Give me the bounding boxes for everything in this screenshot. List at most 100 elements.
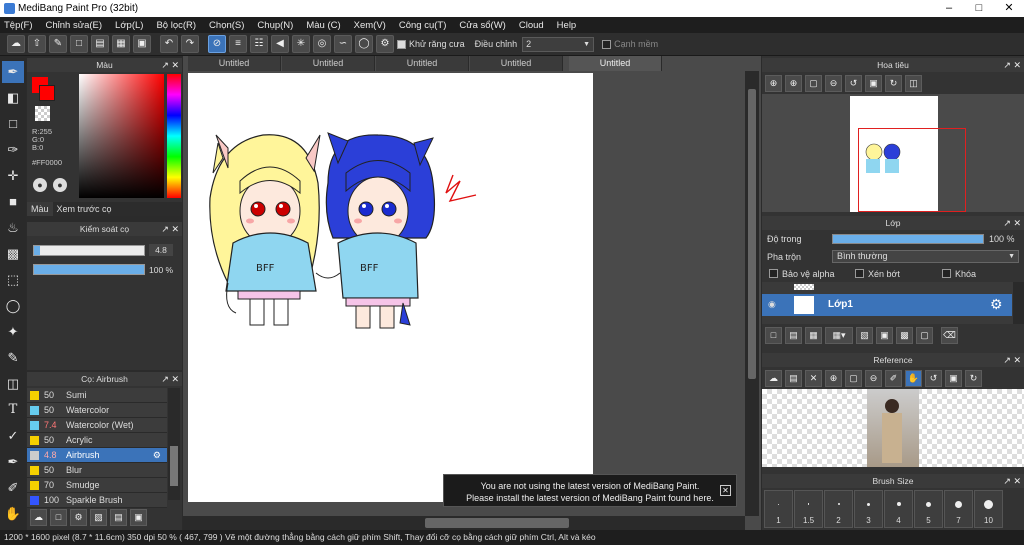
magic-wand-tool-icon[interactable]: ✦ (2, 321, 24, 343)
panel-close-icon[interactable]: ↗ ✕ (161, 58, 179, 72)
brush-opacity-slider[interactable] (33, 264, 145, 275)
cloud-icon[interactable]: ☁ (7, 35, 25, 53)
circle-snap-icon[interactable]: ◎ (313, 35, 331, 53)
add-brush-icon[interactable]: □ (50, 509, 67, 526)
text-tool-icon[interactable]: T (2, 399, 24, 421)
protect-alpha-checkbox[interactable] (769, 269, 778, 278)
tab-document-1[interactable]: Untitled (188, 56, 281, 71)
minimize-icon[interactable]: – (934, 0, 964, 17)
ref-eyedropper-icon[interactable]: ✐ (885, 369, 902, 387)
panel-close-icon[interactable]: ↗ ✕ (1003, 353, 1021, 367)
grid-snap-icon[interactable]: ☷ (250, 35, 268, 53)
hand-tool-icon[interactable]: ✋ (2, 503, 24, 525)
tab-document-5[interactable]: Untitled (569, 56, 662, 71)
ref-fit-screen-icon[interactable]: ▣ (945, 369, 962, 387)
snap-settings-icon[interactable]: ⚙ (376, 35, 394, 53)
brush-item[interactable]: 50 Blur (27, 463, 167, 478)
menu-cloud[interactable]: Cloud (519, 20, 544, 31)
lock-checkbox[interactable] (942, 269, 951, 278)
brush-item[interactable]: 50 Acrylic (27, 433, 167, 448)
document-icon[interactable]: ▤ (91, 35, 109, 53)
brush-size-preset[interactable]: 10 (974, 490, 1003, 528)
tab-document-4[interactable]: Untitled (470, 56, 563, 71)
layer-mask-icon[interactable]: ▢ (916, 326, 933, 344)
blend-mode-select[interactable]: Bình thường ▼ (832, 250, 1019, 263)
bucket-tool-icon[interactable]: ♨ (2, 217, 24, 239)
redo-icon[interactable]: ↷ (181, 35, 199, 53)
merge-down-icon[interactable]: ▣ (876, 326, 893, 344)
divide-tool-icon[interactable]: ✓ (2, 425, 24, 447)
menu-file[interactable]: Tệp(F) (4, 20, 33, 31)
move-tool-icon[interactable]: ✛ (2, 165, 24, 187)
brush-tool-icon[interactable]: ✒ (2, 61, 24, 83)
brush-item[interactable]: 50 Watercolor (27, 403, 167, 418)
brush-size-slider[interactable] (33, 245, 145, 256)
ellipse-snap-icon[interactable]: ◯ (355, 35, 373, 53)
color-history-icon[interactable]: ● (53, 178, 67, 192)
fit-screen-icon[interactable]: ▣ (865, 74, 882, 92)
menu-view[interactable]: Xem(V) (354, 20, 386, 31)
new-layer-icon[interactable]: □ (765, 326, 782, 344)
menu-capture[interactable]: Chụp(N) (257, 20, 293, 31)
page-icon[interactable]: ▦ (112, 35, 130, 53)
brush-size-preset[interactable]: 1.5 (794, 490, 823, 528)
soft-edge-checkbox[interactable] (602, 39, 612, 49)
brush-settings-gear-icon[interactable]: ⚙ (153, 450, 161, 461)
clipping-checkbox[interactable] (855, 269, 864, 278)
menu-edit[interactable]: Chỉnh sửa(E) (46, 20, 103, 31)
brush-item[interactable]: 50 Sumi (27, 388, 167, 403)
panel-close-icon[interactable]: ↗ ✕ (161, 372, 179, 386)
brush-size-preset[interactable]: 7 (944, 490, 973, 528)
undo-icon[interactable]: ↶ (160, 35, 178, 53)
layer-settings-icon[interactable]: ⚙ (990, 296, 1003, 313)
navigator-viewport-frame[interactable] (858, 128, 966, 212)
delete-layer-icon[interactable]: ⌫ (941, 326, 958, 344)
brush-settings-icon[interactable]: ⚙ (70, 509, 87, 526)
secondary-color-swatch[interactable] (39, 85, 55, 101)
snap-off-icon[interactable]: ⊘ (208, 35, 226, 53)
ref-zoom-in-icon[interactable]: ⊕ (825, 369, 842, 387)
tab-document-3[interactable]: Untitled (376, 56, 469, 71)
ref-fit-icon[interactable]: ▢ (845, 369, 862, 387)
parallel-snap-icon[interactable]: ≡ (229, 35, 247, 53)
brush-size-value[interactable]: 4.8 (149, 244, 173, 256)
reference-image-area[interactable] (762, 389, 1024, 467)
new-layer-alt-icon[interactable]: ▤ (785, 326, 802, 344)
ref-zoom-out-icon[interactable]: ⊖ (865, 369, 882, 387)
fill-rect-tool-icon[interactable]: ■ (2, 191, 24, 213)
duplicate-layer-icon[interactable]: ▩ (896, 326, 913, 344)
menu-tools[interactable]: Công cụ(T) (399, 20, 447, 31)
panel-close-icon[interactable]: ↗ ✕ (1003, 216, 1021, 230)
image-icon[interactable]: ▣ (133, 35, 151, 53)
comment-icon[interactable]: ✎ (49, 35, 67, 53)
horizontal-scrollbar[interactable] (183, 516, 745, 530)
menu-select[interactable]: Chọn(S) (209, 20, 244, 31)
brush-size-preset[interactable]: 4 (884, 490, 913, 528)
select-pen-tool-icon[interactable]: ✎ (2, 347, 24, 369)
radial-snap-icon[interactable]: ✳ (292, 35, 310, 53)
tab-document-2[interactable]: Untitled (282, 56, 375, 71)
panel-close-icon[interactable]: ↗ ✕ (161, 222, 179, 236)
close-icon[interactable]: ✕ (994, 0, 1024, 17)
menu-filter[interactable]: Bộ lọc(R) (156, 20, 196, 31)
rotate-right-icon[interactable]: ↻ (885, 74, 902, 92)
layer-row-selected[interactable]: ◉ Lớp1 ⚙ (762, 294, 1012, 316)
visibility-eye-icon[interactable]: ◉ (768, 299, 776, 310)
gradient-tool-icon[interactable]: ▩ (2, 243, 24, 265)
brush-item[interactable]: 7.4 Watercolor (Wet) (27, 418, 167, 433)
copy-brush-icon[interactable]: ▣ (130, 509, 147, 526)
new-file-icon[interactable]: □ (70, 35, 88, 53)
eraser-tool-icon[interactable]: ◧ (2, 87, 24, 109)
brush-size-preset[interactable]: 1 (764, 490, 793, 528)
select-eraser-tool-icon[interactable]: ◫ (2, 373, 24, 395)
brush-size-preset[interactable]: 3 (854, 490, 883, 528)
ref-rotate-left-icon[interactable]: ↺ (925, 369, 942, 387)
saturation-value-picker[interactable] (79, 74, 164, 198)
brush-size-preset[interactable]: 2 (824, 490, 853, 528)
folder-icon[interactable]: ▤ (110, 509, 127, 526)
navigator-preview[interactable] (762, 94, 1024, 212)
blur-tool-icon[interactable]: ✒ (2, 451, 24, 473)
curve-snap-icon[interactable]: ∽ (334, 35, 352, 53)
zoom-in-alt-icon[interactable]: ⊕ (785, 74, 802, 92)
close-icon[interactable]: ✕ (720, 485, 731, 496)
